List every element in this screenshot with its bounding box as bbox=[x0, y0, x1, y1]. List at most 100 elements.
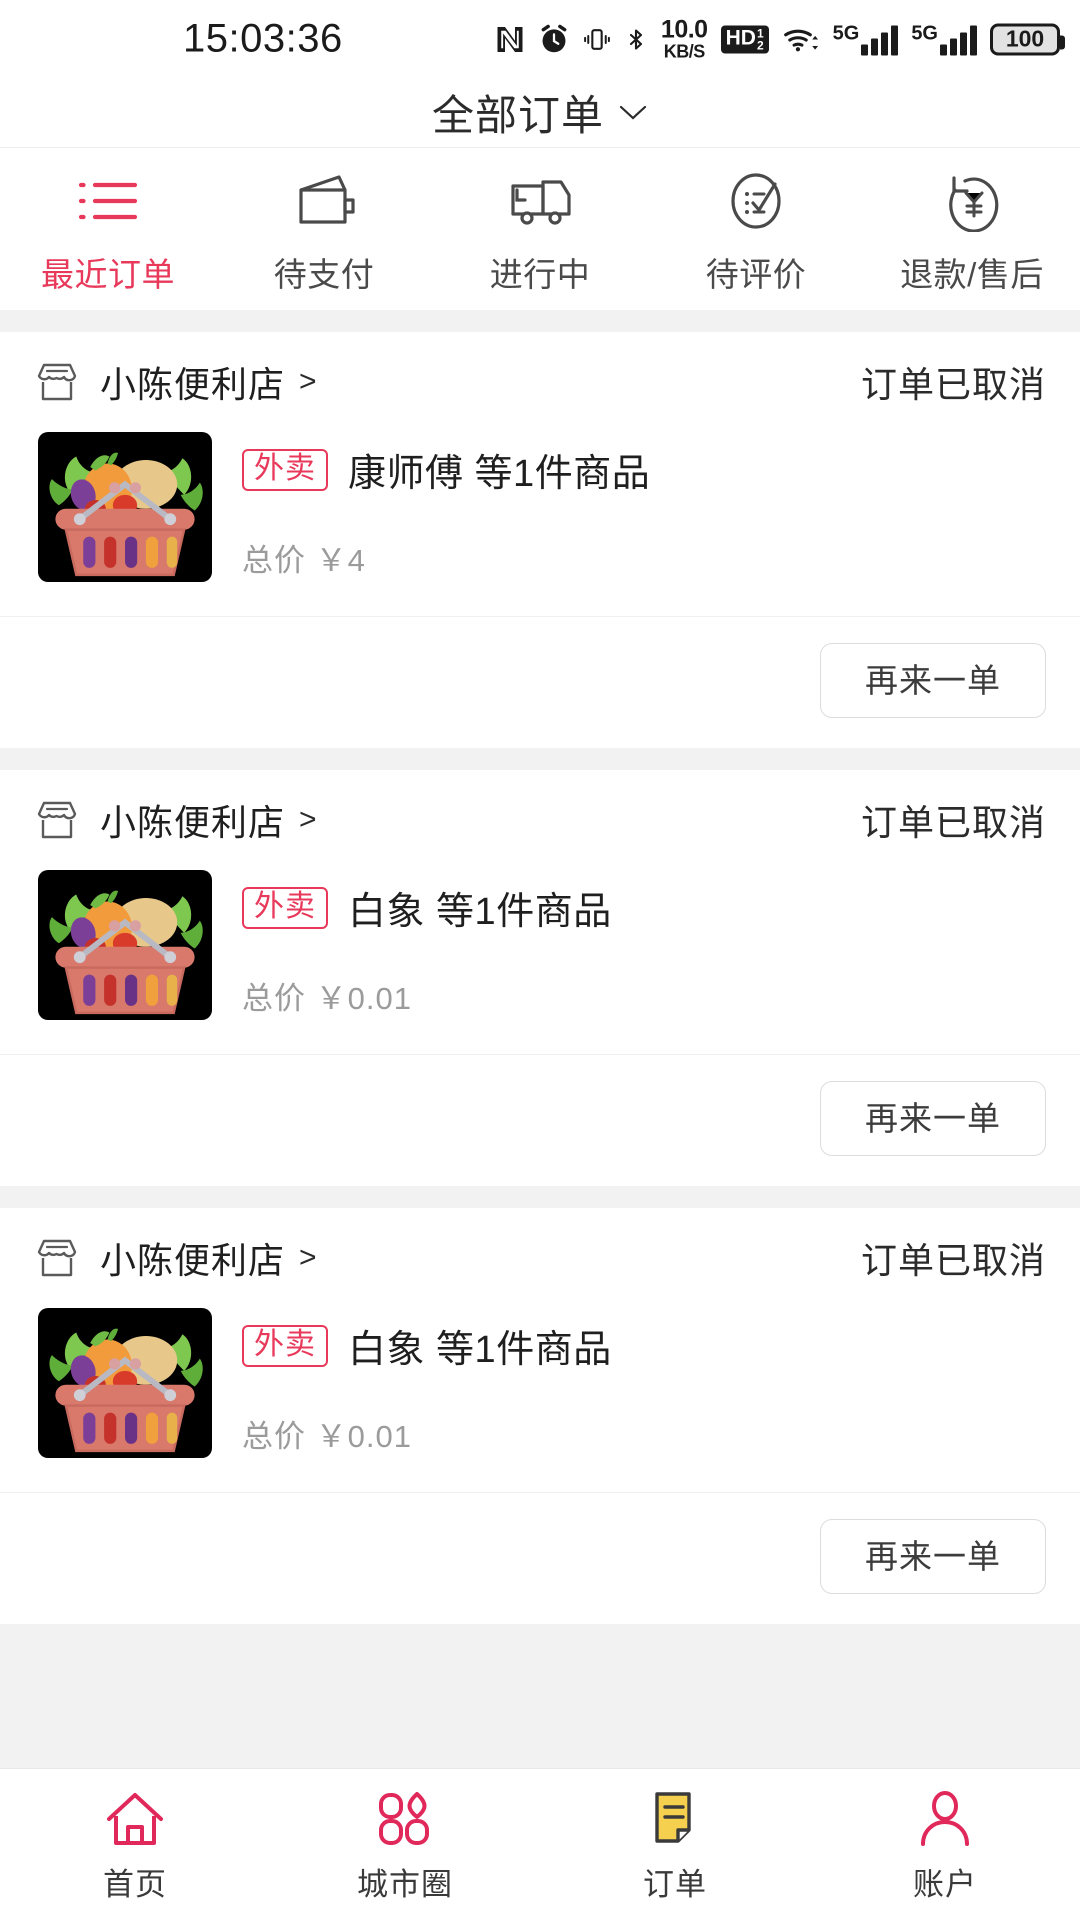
order-filter-tabs: 最近订单 待支付 进行中 待评价 退款/售后 bbox=[0, 148, 1080, 310]
signal-bars bbox=[861, 25, 899, 55]
nav-account[interactable]: 账户 bbox=[810, 1785, 1080, 1904]
truck-icon bbox=[505, 170, 575, 232]
order-card-footer: 再来一单 bbox=[0, 1492, 1080, 1624]
list-icon bbox=[73, 170, 143, 232]
tab-label: 最近订单 bbox=[41, 256, 175, 293]
account-person-icon bbox=[913, 1785, 977, 1849]
store-name: 小陈便利店 bbox=[100, 802, 286, 843]
battery-icon: 100 bbox=[990, 23, 1065, 55]
grocery-basket-image bbox=[38, 870, 212, 1020]
delivery-badge: 外卖 bbox=[242, 886, 328, 929]
order-total: 总价 ￥0.01 bbox=[242, 973, 1046, 1018]
total-amount: ￥4 bbox=[315, 543, 366, 578]
order-status: 订单已取消 bbox=[860, 364, 1046, 405]
store-name: 小陈便利店 bbox=[100, 364, 286, 405]
order-total: 总价 ￥4 bbox=[242, 535, 1046, 580]
order-title-line: 外卖 白象 等1件商品 bbox=[242, 1318, 1046, 1373]
tab-label: 进行中 bbox=[489, 256, 591, 293]
order-card[interactable]: 小陈便利店 > 订单已取消 bbox=[0, 1208, 1080, 1624]
delivery-badge: 外卖 bbox=[242, 1324, 328, 1367]
order-card-footer: 再来一单 bbox=[0, 1054, 1080, 1186]
status-bar: 15:03:36 10.0 KB/S HD 1 2 5G 5G 100 bbox=[0, 0, 1080, 78]
order-info: 外卖 白象 等1件商品 总价 ￥0.01 bbox=[212, 1308, 1046, 1456]
network-speed-value: 10.0 bbox=[660, 15, 708, 44]
order-status: 订单已取消 bbox=[860, 802, 1046, 843]
order-card-body[interactable]: 外卖 白象 等1件商品 总价 ￥0.01 bbox=[0, 870, 1080, 1020]
order-total: 总价 ￥0.01 bbox=[242, 1411, 1046, 1456]
signal-bars bbox=[940, 25, 977, 55]
shop-icon bbox=[34, 800, 80, 840]
tab-refund-aftersale[interactable]: 退款/售后 bbox=[864, 170, 1080, 296]
list-separator bbox=[0, 310, 1080, 332]
nav-label: 首页 bbox=[103, 1867, 167, 1902]
store-arrow-icon: > bbox=[299, 365, 317, 398]
order-card-footer: 再来一单 bbox=[0, 616, 1080, 748]
store-name: 小陈便利店 bbox=[100, 1240, 286, 1281]
wallet-icon bbox=[291, 170, 357, 232]
grocery-basket-image bbox=[38, 432, 212, 582]
store-arrow-icon: > bbox=[299, 803, 317, 836]
tab-pending-payment[interactable]: 待支付 bbox=[216, 170, 432, 296]
order-card-header[interactable]: 小陈便利店 > 订单已取消 bbox=[0, 1208, 1080, 1308]
order-card-body[interactable]: 外卖 康师傅 等1件商品 总价 ￥4 bbox=[0, 432, 1080, 582]
order-card-header[interactable]: 小陈便利店 > 订单已取消 bbox=[0, 770, 1080, 870]
store-arrow-icon: > bbox=[299, 1241, 317, 1274]
delivery-badge: 外卖 bbox=[242, 448, 328, 491]
list-separator bbox=[0, 1186, 1080, 1208]
nav-city-circle[interactable]: 城市圈 bbox=[270, 1785, 540, 1904]
hd-sup: 1 bbox=[756, 26, 764, 40]
grocery-basket-image bbox=[38, 1308, 212, 1458]
city-circle-icon bbox=[373, 1785, 437, 1849]
tab-label: 待支付 bbox=[273, 256, 375, 293]
nav-label: 订单 bbox=[643, 1867, 707, 1902]
bluetooth-icon bbox=[624, 23, 648, 55]
total-label: 总价 bbox=[242, 981, 306, 1016]
order-info: 外卖 白象 等1件商品 总价 ￥0.01 bbox=[212, 870, 1046, 1018]
chevron-down-icon[interactable] bbox=[618, 104, 648, 122]
wifi-icon bbox=[782, 23, 820, 55]
nav-label: 城市圈 bbox=[357, 1867, 453, 1902]
app-screen: 15:03:36 10.0 KB/S HD 1 2 5G 5G 100 全部订单… bbox=[0, 0, 1080, 1920]
order-title-line: 外卖 白象 等1件商品 bbox=[242, 880, 1046, 935]
signal-5g-2: 5G bbox=[911, 23, 977, 55]
total-label: 总价 bbox=[242, 543, 306, 578]
order-card[interactable]: 小陈便利店 > 订单已取消 bbox=[0, 332, 1080, 748]
tab-label: 待评价 bbox=[705, 256, 807, 293]
order-card-header[interactable]: 小陈便利店 > 订单已取消 bbox=[0, 332, 1080, 432]
page-title-bar[interactable]: 全部订单 bbox=[0, 78, 1080, 148]
order-again-button[interactable]: 再来一单 bbox=[820, 643, 1046, 718]
status-bar-clock: 15:03:36 bbox=[183, 16, 343, 61]
tab-label: 退款/售后 bbox=[900, 256, 1044, 293]
total-amount: ￥0.01 bbox=[315, 981, 412, 1016]
order-status: 订单已取消 bbox=[860, 1240, 1046, 1281]
shop-icon bbox=[34, 362, 80, 402]
review-icon bbox=[725, 170, 787, 232]
vibrate-icon bbox=[583, 23, 611, 55]
order-card[interactable]: 小陈便利店 > 订单已取消 bbox=[0, 770, 1080, 1186]
signal-5g-1: 5G bbox=[833, 23, 899, 55]
nav-orders[interactable]: 订单 bbox=[540, 1785, 810, 1904]
goods-summary: 康师傅 等1件商品 bbox=[348, 453, 651, 495]
status-bar-icons: 10.0 KB/S HD 1 2 5G 5G 100 bbox=[495, 15, 1065, 62]
page-title: 全部订单 bbox=[431, 92, 604, 139]
order-again-button[interactable]: 再来一单 bbox=[820, 1519, 1046, 1594]
order-list: 小陈便利店 > 订单已取消 外卖 康师傅 等1件商品 总价 ￥4 再来一单 小陈… bbox=[0, 310, 1080, 1768]
shop-icon bbox=[34, 1238, 80, 1278]
tab-recent-orders[interactable]: 最近订单 bbox=[0, 170, 216, 296]
order-document-icon bbox=[643, 1785, 707, 1849]
nav-home[interactable]: 首页 bbox=[0, 1785, 270, 1904]
order-card-body[interactable]: 外卖 白象 等1件商品 总价 ￥0.01 bbox=[0, 1308, 1080, 1458]
network-speed-unit: KB/S bbox=[663, 41, 706, 62]
goods-summary: 白象 等1件商品 bbox=[348, 891, 612, 933]
battery-level: 100 bbox=[1005, 25, 1045, 52]
tab-pending-review[interactable]: 待评价 bbox=[648, 170, 864, 296]
hd-voice-icon: HD 1 2 bbox=[720, 25, 769, 53]
order-info: 外卖 康师傅 等1件商品 总价 ￥4 bbox=[212, 432, 1046, 580]
home-icon bbox=[103, 1785, 167, 1849]
tab-in-progress[interactable]: 进行中 bbox=[432, 170, 648, 296]
total-amount: ￥0.01 bbox=[315, 1419, 412, 1454]
refund-icon bbox=[941, 170, 1003, 232]
hd-sub: 2 bbox=[756, 38, 764, 52]
order-again-button[interactable]: 再来一单 bbox=[820, 1081, 1046, 1156]
nav-label: 账户 bbox=[913, 1867, 977, 1902]
